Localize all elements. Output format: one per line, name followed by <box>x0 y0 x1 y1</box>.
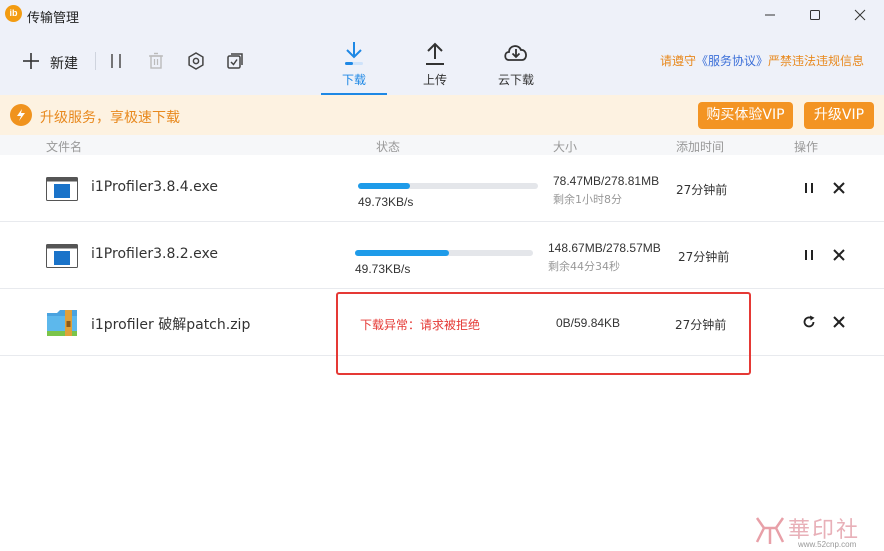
column-header-row: 文件名 状态 大小 添加时间 操作 <box>0 135 884 155</box>
maximize-button[interactable] <box>793 0 837 30</box>
promo-banner: 升级服务，享极速下载 购买体验VIP 升级VIP <box>0 95 884 135</box>
added-time: 27分钟前 <box>676 183 728 197</box>
settings-button[interactable] <box>187 52 205 70</box>
delete-icon <box>149 52 163 69</box>
upload-icon <box>402 40 468 66</box>
close-icon <box>833 316 845 328</box>
app-logo-icon: ib <box>5 5 22 22</box>
pause-button[interactable] <box>800 246 818 264</box>
title-bar: ib 传输管理 <box>0 0 884 30</box>
settings-icon <box>188 52 204 70</box>
close-window-button[interactable] <box>838 0 882 30</box>
progress-fill <box>355 250 450 256</box>
column-header-status: 状态 <box>376 140 401 154</box>
tab-upload[interactable]: 上传 <box>402 30 468 95</box>
tab-upload-label: 上传 <box>422 73 447 87</box>
time-remaining: 剩余44分34秒 <box>548 260 620 273</box>
download-icon <box>321 40 387 66</box>
watermark-logo-icon <box>755 517 785 544</box>
column-header-added: 添加时间 <box>676 140 725 154</box>
retry-button[interactable] <box>800 313 818 331</box>
progress-bar <box>355 250 533 256</box>
exe-file-icon <box>46 175 78 208</box>
plus-icon <box>23 53 39 69</box>
promo-text: 升级服务，享极速下载 <box>40 110 180 126</box>
new-task-button[interactable] <box>22 52 40 70</box>
time-remaining: 剩余1小时8分 <box>553 193 622 206</box>
close-icon <box>854 9 866 21</box>
lightning-icon <box>10 104 32 126</box>
close-icon <box>833 182 845 194</box>
select-all-button[interactable] <box>226 52 244 70</box>
toolbar-divider <box>95 52 96 70</box>
terms-notice: 请遵守《服务协议》严禁违法违规信息 <box>660 52 864 69</box>
progress-fill <box>358 183 411 189</box>
watermark-url: www.52cnp.com <box>798 540 857 549</box>
progress-bar <box>358 183 538 189</box>
tab-cloud-download[interactable]: 云下载 <box>483 30 549 95</box>
file-name: i1Profiler3.8.2.exe <box>91 246 218 262</box>
tab-cloud-download-label: 云下载 <box>497 73 534 87</box>
file-name: i1profiler 破解patch.zip <box>91 317 251 333</box>
service-agreement-link[interactable]: 《服务协议》 <box>696 54 768 68</box>
remove-button[interactable] <box>830 179 848 197</box>
tab-download[interactable]: 下载 <box>321 30 387 95</box>
new-task-label[interactable]: 新建 <box>50 53 78 73</box>
select-all-icon <box>227 53 243 69</box>
pause-icon <box>805 250 813 260</box>
download-speed: 49.73KB/s <box>358 195 414 209</box>
tab-download-label: 下载 <box>341 73 366 87</box>
terms-prefix: 请遵守 <box>660 54 697 68</box>
terms-suffix: 严禁违法违规信息 <box>768 54 865 68</box>
retry-icon <box>803 315 815 328</box>
pause-button[interactable] <box>800 179 818 197</box>
watermark: 華印社區 www.52cnp.com <box>750 512 880 551</box>
window-title: 传输管理 <box>27 11 80 26</box>
file-size: 148.67MB/278.57MB <box>548 241 661 255</box>
zip-file-icon <box>46 307 78 344</box>
remove-button[interactable] <box>830 313 848 331</box>
close-icon <box>833 249 845 261</box>
pause-all-button[interactable] <box>107 52 125 70</box>
error-highlight-box <box>336 292 751 375</box>
minimize-icon <box>765 14 775 16</box>
delete-button[interactable] <box>147 52 165 70</box>
column-header-actions: 操作 <box>794 140 819 154</box>
upgrade-vip-button[interactable]: 升级VIP <box>804 102 874 129</box>
remove-button[interactable] <box>830 246 848 264</box>
pause-icon <box>805 183 813 193</box>
exe-file-icon <box>46 242 78 275</box>
cloud-download-icon <box>483 40 549 66</box>
column-header-name: 文件名 <box>46 140 83 154</box>
toolbar: 新建 下载 上传 云下载 请遵守《服务协议》严禁违法违规信息 <box>0 30 884 95</box>
pause-all-icon <box>111 54 121 68</box>
file-size: 78.47MB/278.81MB <box>553 174 660 188</box>
column-header-size: 大小 <box>553 140 578 154</box>
buy-trial-vip-button[interactable]: 购买体验VIP <box>698 102 793 129</box>
maximize-icon <box>810 10 820 20</box>
minimize-button[interactable] <box>748 0 792 30</box>
table-row[interactable]: i1Profiler3.8.4.exe 49.73KB/s 78.47MB/27… <box>0 155 884 222</box>
file-name: i1Profiler3.8.4.exe <box>91 179 218 195</box>
download-speed: 49.73KB/s <box>355 262 411 276</box>
added-time: 27分钟前 <box>678 250 730 264</box>
table-row[interactable]: i1Profiler3.8.2.exe 49.73KB/s 148.67MB/2… <box>0 222 884 289</box>
